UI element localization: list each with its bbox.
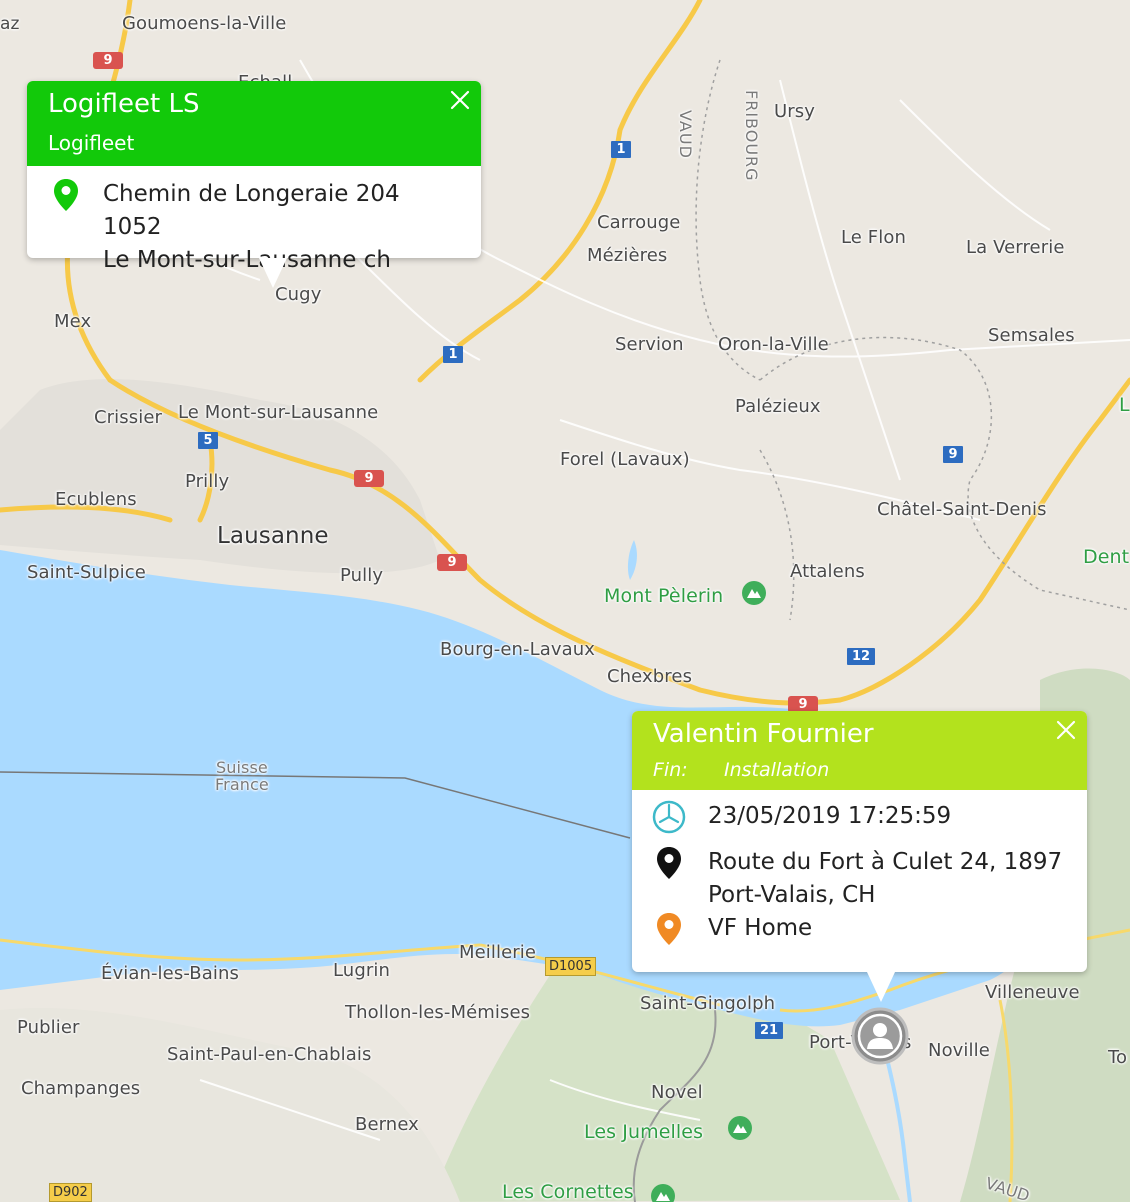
map-label: Chexbres — [607, 666, 693, 687]
map-label: Lausanne — [217, 523, 329, 549]
road-shield: 21 — [755, 1022, 783, 1039]
map-label: Mex — [54, 311, 92, 332]
map-label: Bourg-en-Lavaux — [440, 639, 596, 660]
road-shield: 5 — [198, 432, 218, 449]
map-label: Carrouge — [597, 212, 681, 233]
map-label: Mézières — [587, 245, 668, 266]
status-value: Installation — [724, 759, 830, 781]
map-label: Évian-les-Bains — [101, 963, 239, 984]
map-label: Bernex — [355, 1114, 419, 1135]
address-line-1: Chemin de Longeraie 204 1052 — [103, 181, 400, 240]
timestamp: 23/05/2019 17:25:59 — [708, 803, 952, 829]
poi-label: Dent — [1083, 546, 1130, 568]
map-label: Villeneuve — [985, 982, 1080, 1003]
mountain-poi-icon[interactable] — [741, 580, 767, 606]
road-shield: 9 — [437, 554, 467, 571]
mountain-poi-icon[interactable] — [727, 1115, 753, 1141]
border-label: Suisse France — [215, 759, 269, 793]
map-label: Saint-Sulpice — [27, 562, 146, 583]
popup-header: Valentin Fournier Fin: Installation — [632, 711, 1087, 790]
map-label: Le Mont-sur-Lausanne — [178, 402, 379, 423]
road-shield: 9 — [93, 52, 123, 69]
map-label: Crissier — [94, 407, 163, 428]
timestamp-row: 23/05/2019 17:25:59 — [652, 800, 1067, 834]
popup-title: Logifleet LS — [48, 89, 200, 119]
map-label: Semsales — [988, 325, 1075, 346]
place-name: VF Home — [708, 915, 813, 941]
address-row: Route du Fort à Culet 24, 1897 Port-Vala… — [652, 846, 1067, 912]
road-shield: 1 — [443, 346, 463, 363]
popup-title: Valentin Fournier — [653, 719, 874, 749]
vehicle-info-popup[interactable]: Valentin Fournier Fin: Installation 23/0… — [632, 711, 1087, 1002]
map-label: Prilly — [185, 471, 230, 492]
place-pin-icon — [657, 913, 681, 945]
map-label: Lugrin — [333, 960, 390, 981]
map-pin-icon — [657, 847, 681, 879]
user-avatar-icon[interactable] — [851, 1007, 909, 1065]
map-label: Le Flon — [841, 227, 906, 248]
poi-label: Mont Pèlerin — [604, 585, 724, 607]
road-shield: 9 — [943, 446, 963, 463]
map-label: Meillerie — [459, 942, 537, 963]
canton-label: VAUD — [676, 110, 695, 159]
map-label: Oron-la-Ville — [718, 334, 829, 355]
close-icon[interactable] — [447, 87, 473, 113]
status-label: Fin: — [653, 759, 688, 781]
popup-pointer — [259, 258, 287, 288]
road-shield: 9 — [354, 470, 384, 487]
border-label-swiss: Suisse — [215, 758, 268, 777]
border-label-france: France — [215, 775, 269, 794]
map-label: Ecublens — [55, 489, 137, 510]
map-label: To — [1108, 1047, 1128, 1068]
map-label: Palézieux — [735, 396, 821, 417]
clock-icon — [652, 800, 686, 834]
map-label: Publier — [17, 1017, 80, 1038]
address-line-1: Route du Fort à Culet 24, 1897 — [708, 849, 1063, 875]
popup-pointer — [867, 972, 895, 1002]
road-shield: 12 — [847, 648, 875, 665]
road-shield: D1005 — [545, 957, 597, 976]
place-row: VF Home — [652, 912, 1067, 946]
map-label: Goumoens-la-Ville — [122, 13, 287, 34]
mountain-poi-icon[interactable] — [650, 1183, 676, 1202]
popup-address-row: Chemin de Longeraie 204 1052 Le Mont-sur… — [27, 166, 481, 277]
map-label: Ursy — [774, 101, 816, 122]
map-label: Novel — [651, 1082, 703, 1103]
popup-status: Fin: Installation — [653, 759, 1087, 781]
map-label: Forel (Lavaux) — [560, 449, 690, 470]
popup-header: Logifleet LS Logifleet — [27, 81, 481, 166]
map-label: Servion — [615, 334, 684, 355]
map-label: La Verrerie — [966, 237, 1065, 258]
road-shield: 1 — [611, 141, 631, 158]
poi-label: Les Jumelles — [584, 1121, 704, 1143]
map-label: Saint-Gingolph — [640, 993, 776, 1014]
poi-label: Les Cornettes — [502, 1181, 634, 1202]
road-shield: D902 — [49, 1183, 92, 1202]
map-label: Thollon-les-Mémises — [345, 1002, 531, 1023]
poi-label: L — [1119, 394, 1130, 416]
map-pin-icon — [54, 179, 78, 211]
address-line-2: Port-Valais, CH — [708, 882, 876, 908]
map-label: Attalens — [790, 561, 865, 582]
map-label: az — [0, 14, 20, 34]
map-label: Pully — [340, 565, 384, 586]
map-label: Noville — [928, 1040, 990, 1061]
map-label: Saint-Paul-en-Chablais — [167, 1044, 372, 1065]
popup-subtitle: Logifleet — [48, 131, 135, 155]
close-icon[interactable] — [1053, 717, 1079, 743]
map-label: Châtel-Saint-Denis — [877, 499, 1047, 520]
canton-label: FRIBOURG — [742, 90, 761, 182]
depot-info-popup[interactable]: Logifleet LS Logifleet Chemin de Longera… — [27, 81, 481, 288]
map-label: Champanges — [21, 1078, 141, 1099]
